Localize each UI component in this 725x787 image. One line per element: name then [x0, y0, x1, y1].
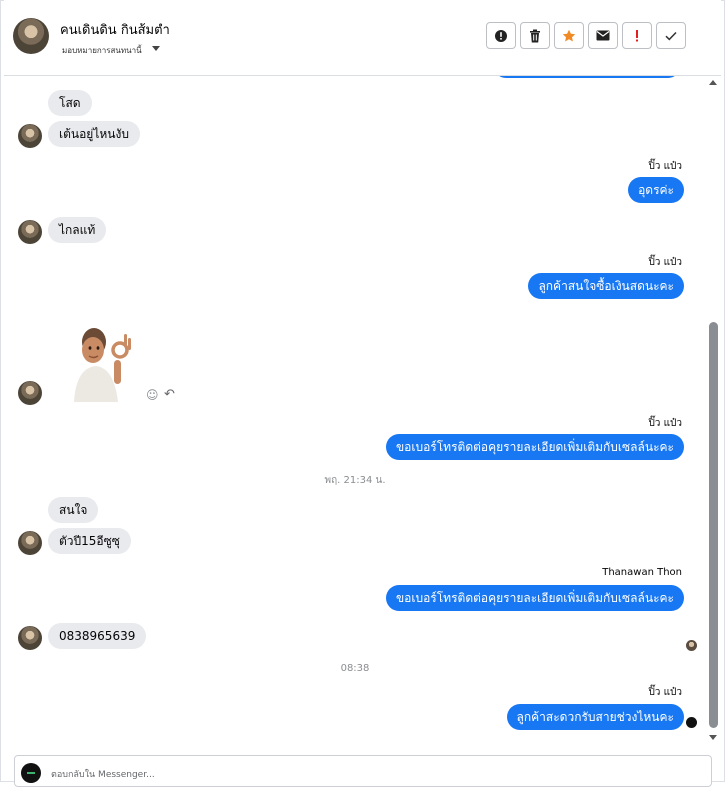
smiley-react-icon[interactable]: ☺	[146, 388, 159, 402]
sender-name: ปิ๊ว แป๋ว	[648, 161, 682, 172]
sender-name: ปิ๊ว แป๋ว	[648, 257, 682, 268]
seen-avatar	[686, 640, 697, 651]
timestamp: พฤ. 21:34 น.	[324, 475, 386, 486]
scrollbar-thumb[interactable]	[709, 322, 718, 728]
sender-name: ปิ๊ว แป๋ว	[648, 418, 682, 429]
contact-name[interactable]: คนเดินดิน กินส้มตำ	[60, 19, 170, 40]
contact-avatar	[18, 626, 42, 650]
outgoing-bubble	[494, 76, 680, 78]
seen-avatar	[686, 717, 697, 728]
contact-avatar	[18, 124, 42, 148]
incoming-message[interactable]: เต้นอยู่ไหนงับ	[48, 121, 140, 147]
contact-avatar[interactable]	[13, 18, 49, 54]
incoming-message[interactable]: ตัวปี15อีซูซุ	[48, 528, 131, 554]
assign-conversation-link[interactable]: มอบหมายการสนทนานี้	[62, 44, 142, 57]
outgoing-message[interactable]: ขอเบอร์โทรติดต่อคุยรายละเอียดเพิ่มเติมกั…	[385, 585, 684, 611]
scroll-down-arrow-icon[interactable]	[709, 735, 717, 740]
scroll-up-arrow-icon[interactable]	[709, 80, 717, 85]
delete-button[interactable]	[520, 22, 550, 49]
mark-done-button[interactable]	[656, 22, 686, 49]
incoming-message[interactable]: 0838965639	[48, 623, 147, 649]
contact-avatar	[18, 531, 42, 555]
incoming-message[interactable]: สนใจ	[48, 497, 99, 523]
sticker-image[interactable]	[64, 326, 134, 402]
sender-name: Thanawan Thon	[602, 567, 682, 578]
timestamp: 08:38	[340, 663, 370, 674]
scrollbar[interactable]	[706, 76, 720, 746]
check-icon	[665, 31, 677, 40]
star-icon	[562, 29, 576, 41]
chevron-down-icon[interactable]	[152, 46, 160, 51]
envelope-icon	[596, 30, 610, 41]
outgoing-message[interactable]: ลูกค้าสนใจซื้อเงินสดนะคะ	[528, 273, 684, 299]
outgoing-message[interactable]: ลูกค้าสะดวกรับสายช่วงไหนคะ	[506, 704, 684, 730]
alert-circle-icon	[495, 29, 507, 42]
exclamation-icon	[636, 29, 638, 41]
trash-icon	[530, 29, 540, 42]
header-actions	[486, 22, 686, 49]
page-avatar	[21, 763, 41, 783]
incoming-message[interactable]: ไกลแท้	[48, 217, 107, 243]
mark-spam-button[interactable]	[486, 22, 516, 49]
star-button[interactable]	[554, 22, 584, 49]
mark-unread-button[interactable]	[588, 22, 618, 49]
reply-input-placeholder[interactable]: ตอบกลับใน Messenger...	[51, 767, 155, 781]
outgoing-message[interactable]: ขอเบอร์โทรติดต่อคุยรายละเอียดเพิ่มเติมกั…	[385, 434, 684, 460]
contact-avatar	[18, 220, 42, 244]
reply-arrow-icon[interactable]: ↶	[164, 387, 175, 402]
sender-name: ปิ๊ว แป๋ว	[648, 687, 682, 698]
contact-avatar	[18, 381, 42, 405]
incoming-message[interactable]: โสด	[48, 90, 92, 116]
outgoing-message[interactable]: อุดรค่ะ	[628, 177, 684, 203]
reply-composer[interactable]: ตอบกลับใน Messenger...	[14, 755, 712, 787]
follow-up-button[interactable]	[622, 22, 652, 49]
message-thread[interactable]: โสด เต้นอยู่ไหนงับ ปิ๊ว แป๋ว อุดรค่ะ ไกล…	[4, 76, 706, 746]
conversation-header: คนเดินดิน กินส้มตำ มอบหมายการสนทนานี้	[4, 0, 721, 76]
